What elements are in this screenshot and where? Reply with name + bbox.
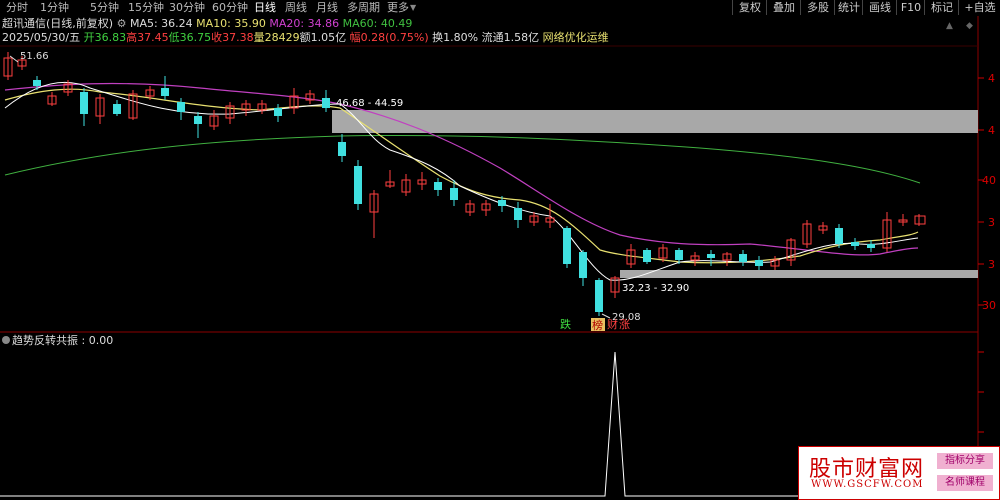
- axis-label: 40: [982, 174, 996, 187]
- candle: [47, 92, 57, 106]
- axis-label: 3: [988, 216, 995, 229]
- candle: [595, 278, 603, 316]
- candle: [818, 222, 828, 234]
- candle: [643, 248, 651, 264]
- candle: [690, 252, 700, 266]
- candle: [401, 174, 411, 196]
- candle: [802, 220, 812, 248]
- candle: [241, 100, 251, 116]
- watermark-tag-courses: 名师课程: [937, 475, 993, 491]
- high-marker-line: [9, 55, 19, 63]
- axis-label: 4: [988, 72, 995, 85]
- resistance-zone: [332, 110, 978, 133]
- support-zone: [620, 270, 978, 278]
- candle: [194, 112, 202, 138]
- lower-zone-label: 32.23 - 32.90: [622, 283, 689, 294]
- candle: [882, 212, 892, 252]
- candle: [707, 250, 715, 266]
- candle: [610, 276, 620, 298]
- candle: [161, 76, 169, 100]
- candle: [95, 94, 105, 124]
- candle: [305, 90, 315, 104]
- candle: [80, 88, 88, 126]
- candle: [914, 214, 926, 226]
- candle: [722, 252, 732, 266]
- candle: [385, 170, 395, 188]
- candle: [209, 110, 219, 130]
- candle: [786, 238, 796, 266]
- candle: [225, 102, 235, 124]
- kline-chart: 4 4 40 3 3 30 51.66 46.68 - 44.59 32.23 …: [0, 16, 996, 500]
- indicator-title: 趋势反转共振 : 0.00: [12, 333, 113, 347]
- candle: [177, 98, 185, 120]
- watermark-logo: 股市财富网 WWW.GSCFW.COM 指标分享 名师课程: [798, 446, 1000, 500]
- candle: [33, 76, 41, 90]
- expand-icon[interactable]: ◆: [966, 21, 973, 31]
- watermark-url: WWW.GSCFW.COM: [811, 479, 924, 490]
- candle: [417, 172, 427, 190]
- candle: [354, 160, 362, 210]
- candle: [563, 226, 571, 268]
- candle: [128, 90, 138, 120]
- candle: [481, 200, 491, 216]
- axis-label: 4: [988, 124, 995, 137]
- candle: [113, 100, 121, 116]
- candle: [739, 250, 747, 266]
- right-axis: 4 4 40 3 3 30: [978, 72, 996, 473]
- candle: [257, 100, 267, 114]
- signal-fall: 跌: [560, 317, 571, 331]
- candle: [338, 134, 346, 162]
- indicator-settings-icon[interactable]: [2, 336, 10, 344]
- signal-rise: 涨: [619, 318, 630, 331]
- signal-finance: 财: [607, 317, 618, 331]
- axis-label: 3: [988, 258, 995, 271]
- high-price-label: 51.66: [20, 51, 49, 62]
- scroll-up-icon[interactable]: ▲: [946, 21, 953, 31]
- candle: [465, 200, 475, 216]
- candle: [770, 256, 780, 270]
- candle: [851, 238, 859, 250]
- axis-label: 30: [982, 299, 996, 312]
- ma60-line: [4, 135, 921, 184]
- candle: [289, 88, 299, 114]
- candle: [898, 214, 908, 226]
- watermark-tag-indicators: 指标分享: [937, 453, 993, 469]
- candle: [514, 202, 522, 228]
- upper-zone-label: 46.68 - 44.59: [336, 98, 403, 109]
- candle: [322, 90, 330, 112]
- signal-rank: 榜: [592, 318, 603, 332]
- candle: [755, 256, 763, 270]
- candle: [867, 240, 875, 252]
- candle: [434, 178, 442, 196]
- candle: [579, 250, 587, 286]
- candle: [369, 190, 379, 238]
- candle: [274, 104, 282, 122]
- ma20-line: [4, 82, 919, 256]
